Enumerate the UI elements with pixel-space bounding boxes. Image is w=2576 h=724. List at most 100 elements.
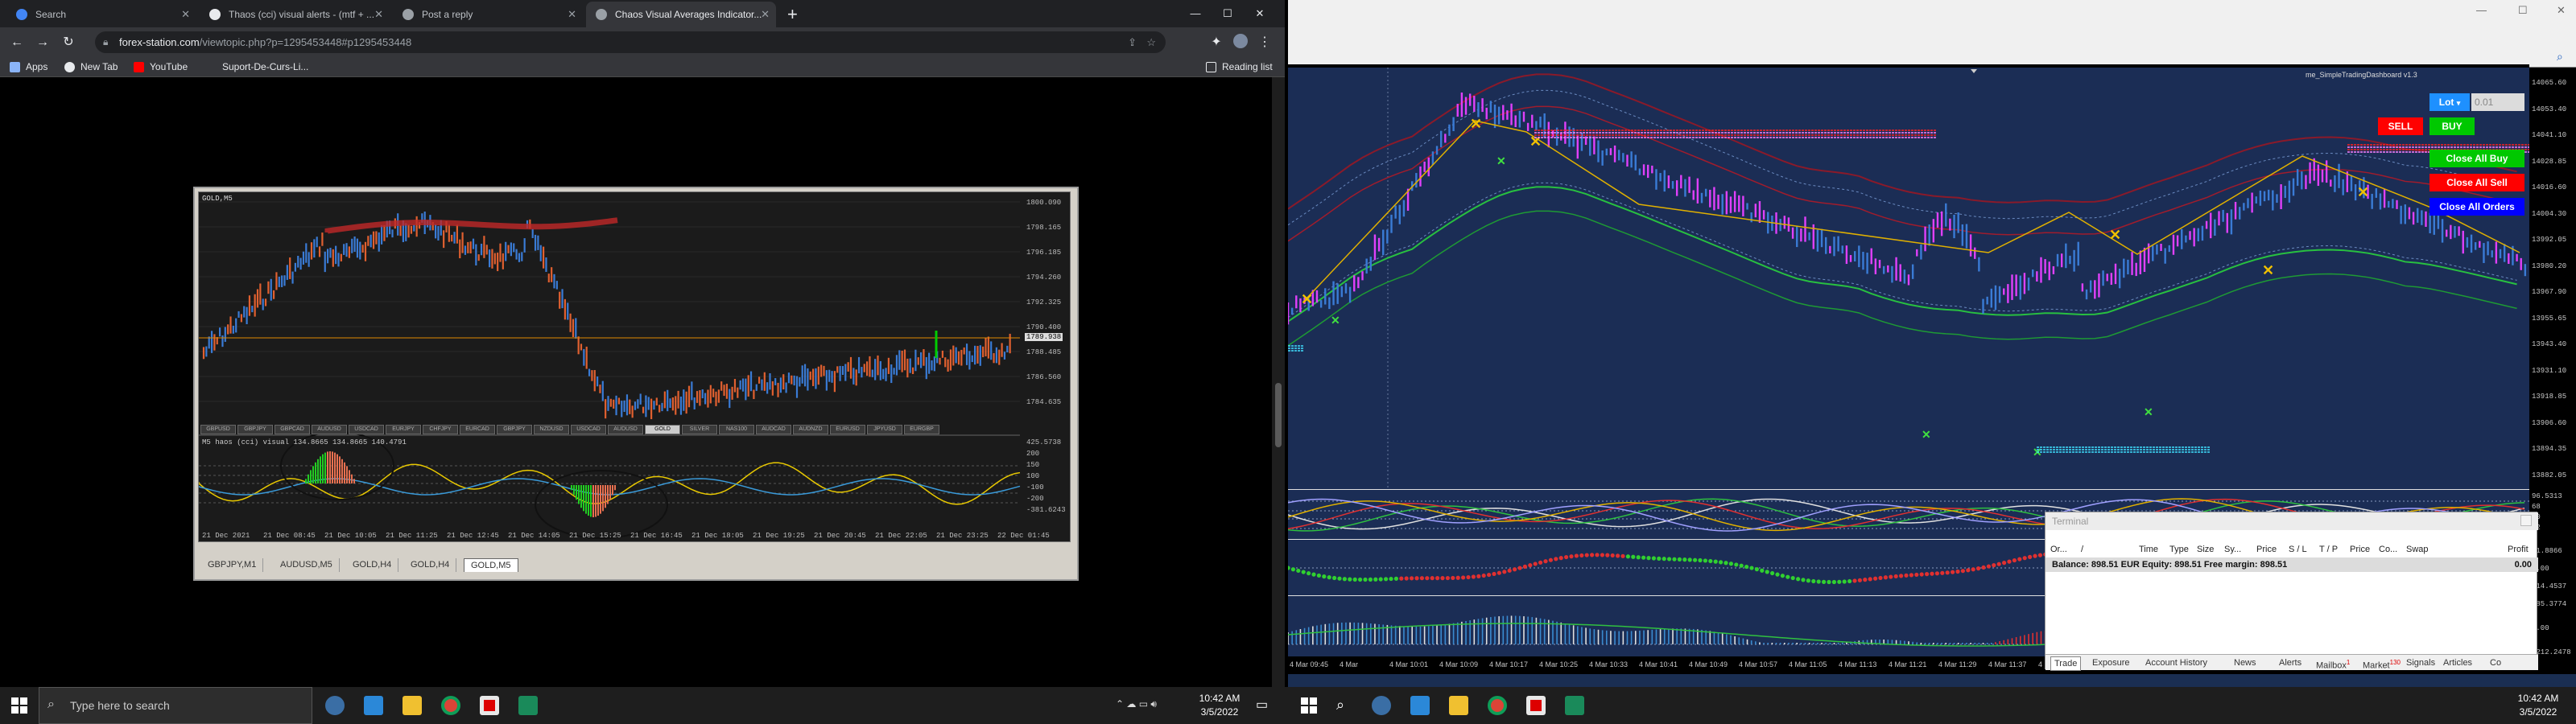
terminal-tab-market[interactable]: Market130 [2363, 656, 2401, 673]
windows-start-icon[interactable] [10, 696, 29, 715]
symbol-button[interactable]: GBPCAD [275, 425, 310, 434]
terminal-tab-account-history[interactable]: Account History [2145, 656, 2207, 669]
symbol-button[interactable]: SILVER [682, 425, 717, 434]
balance-row[interactable]: Balance: 898.51 EUR Equity: 898.51 Free … [2046, 557, 2538, 572]
symbol-button[interactable]: EURGBP [904, 425, 939, 434]
file-explorer-icon[interactable] [402, 696, 422, 715]
page-scrollbar[interactable] [1272, 77, 1285, 687]
symbol-button[interactable]: GOLD [645, 425, 680, 434]
bookmark-suport[interactable]: Suport-De-Curs-Li... [206, 60, 308, 74]
edge-browser-icon[interactable] [1372, 696, 1391, 715]
symbol-button[interactable]: GBPJPY [237, 425, 273, 434]
forward-icon[interactable]: → [34, 34, 52, 51]
time-label: 21 Dec 22:05 [875, 532, 927, 540]
symbol-button[interactable]: USDCAD [571, 425, 606, 434]
close-tab-icon[interactable]: ✕ [761, 2, 770, 27]
terminal-tab-alerts[interactable]: Alerts [2279, 656, 2301, 669]
metatrader-red-icon[interactable] [1526, 696, 1546, 715]
close-all-sell-button[interactable]: Close All Sell [2429, 174, 2524, 191]
bookmarks-bar: Apps New Tab YouTube Suport-De-Curs-Li..… [0, 56, 1285, 77]
tab-post-reply[interactable]: Post a reply ✕ [393, 2, 583, 27]
symbol-button[interactable]: GBPJPY [497, 425, 532, 434]
star-icon[interactable]: ☆ [1146, 31, 1156, 53]
metatrader-red-icon[interactable] [480, 696, 499, 715]
scrollbar-thumb[interactable] [1275, 383, 1282, 447]
symbol-button[interactable]: EURJPY [386, 425, 421, 434]
back-icon[interactable]: ← [8, 34, 26, 51]
symbol-button[interactable]: AUDCAD [756, 425, 791, 434]
terminal-tab-news[interactable]: News [2234, 656, 2256, 669]
terminal-tab-trade[interactable]: Trade [2050, 656, 2082, 671]
maximize-icon[interactable]: ☐ [1216, 0, 1240, 27]
search-icon[interactable]: ⌕ [1336, 697, 1344, 714]
minimize-icon[interactable]: — [1183, 0, 1208, 27]
taskbar-clock[interactable]: 10:42 AM 3/5/2022 [1191, 692, 1248, 719]
taskbar-clock[interactable]: 10:42 AM 3/5/2022 [2510, 692, 2566, 719]
close-tab-icon[interactable]: ✕ [568, 2, 576, 27]
reload-icon[interactable]: ↻ [60, 34, 77, 51]
tab-search[interactable]: Search ✕ [6, 2, 196, 27]
notification-icon[interactable]: ▭ [1256, 697, 1268, 713]
chart-tab-gold-h4-2[interactable]: GOLD,H4 [404, 558, 457, 572]
tab-chaos-visual[interactable]: Chaos Visual Averages Indicator... ✕ [586, 2, 776, 27]
menu-icon[interactable]: ⋮ [1256, 34, 1274, 51]
reading-list-button[interactable]: Reading list [1206, 60, 1273, 74]
maximize-icon[interactable]: ☐ [2518, 4, 2528, 17]
chart-tab-gold-m5[interactable]: GOLD,M5 [464, 558, 518, 572]
metatrader-green-icon[interactable] [1565, 696, 1584, 715]
tray-icons[interactable]: ⌃ ☁ ▭ 🔊︎ [1116, 698, 1157, 710]
edge-browser-icon[interactable] [325, 696, 345, 715]
buy-button[interactable]: BUY [2429, 117, 2475, 135]
momentum-dot [1435, 576, 1440, 581]
terminal-tab-co[interactable]: Co [2490, 656, 2501, 669]
close-tab-icon[interactable]: ✕ [374, 2, 383, 27]
symbol-button[interactable]: NZDUSD [534, 425, 569, 434]
symbol-button[interactable]: AUDUSD [312, 425, 347, 434]
bookmark-youtube[interactable]: YouTube [134, 60, 188, 74]
chart-tab-gold-h4[interactable]: GOLD,H4 [346, 558, 399, 572]
bookmark-apps[interactable]: Apps [10, 60, 47, 74]
taskbar-search-box[interactable]: ⌕ Type here to search [39, 687, 312, 724]
symbol-button[interactable]: JPYUSD [867, 425, 902, 434]
minimize-icon[interactable]: — [2476, 4, 2487, 16]
share-icon[interactable]: ⇪ [1128, 31, 1137, 53]
symbol-button[interactable]: EURUSD [830, 425, 865, 434]
extensions-icon[interactable]: ✦ [1208, 34, 1225, 51]
symbol-button[interactable]: USDCAD [349, 425, 384, 434]
calculator-icon[interactable] [364, 696, 383, 715]
symbol-button[interactable]: AUDNZD [793, 425, 828, 434]
windows-start-icon[interactable] [1299, 696, 1319, 715]
calculator-icon[interactable] [1410, 696, 1430, 715]
symbol-button[interactable]: GBPUSD [200, 425, 236, 434]
close-window-icon[interactable]: ✕ [2557, 4, 2566, 17]
chrome-icon[interactable] [1488, 696, 1507, 715]
search-icon[interactable]: ⌕ [2557, 50, 2563, 64]
bookmark-new-tab[interactable]: New Tab [64, 60, 118, 74]
address-bar[interactable]: 🔒︎ forex-station.com/viewtopic.php?p=129… [95, 31, 1166, 53]
file-explorer-icon[interactable] [1449, 696, 1468, 715]
symbol-button[interactable]: AUDUSD [608, 425, 643, 434]
metatrader-green-icon[interactable] [518, 696, 538, 715]
symbol-button[interactable]: NAS100 [719, 425, 754, 434]
close-tab-icon[interactable]: ✕ [181, 2, 190, 27]
sell-button[interactable]: SELL [2378, 117, 2423, 135]
symbol-button[interactable]: EURCAD [460, 425, 495, 434]
terminal-tab-signals[interactable]: Signals [2406, 656, 2435, 669]
symbol-button[interactable]: CHFJPY [423, 425, 458, 434]
close-all-buy-button[interactable]: Close All Buy [2429, 150, 2524, 167]
momentum-dot [1569, 554, 1574, 559]
chart-tab-gbpjpy-m1[interactable]: GBPJPY,M1 [201, 558, 264, 572]
close-all-orders-button[interactable]: Close All Orders [2429, 198, 2524, 216]
lot-size-input[interactable]: 0.01 [2471, 93, 2524, 111]
close-terminal-icon[interactable] [2520, 515, 2532, 526]
tab-thaos-alerts[interactable]: Thaos (cci) visual alerts - (mtf + ... ✕ [200, 2, 390, 27]
terminal-tab-exposure[interactable]: Exposure [2092, 656, 2129, 669]
chrome-icon[interactable] [441, 696, 460, 715]
terminal-tab-articles[interactable]: Articles [2443, 656, 2472, 669]
terminal-tab-mailbox[interactable]: Mailbox1 [2316, 656, 2350, 673]
lot-button[interactable]: Lot ▾ [2429, 93, 2470, 111]
close-window-icon[interactable]: ✕ [1248, 0, 1272, 27]
profile-avatar[interactable] [1232, 34, 1249, 51]
new-tab-button[interactable]: + [787, 3, 798, 26]
chart-tab-audusd-m5[interactable]: AUDUSD,M5 [274, 558, 340, 572]
